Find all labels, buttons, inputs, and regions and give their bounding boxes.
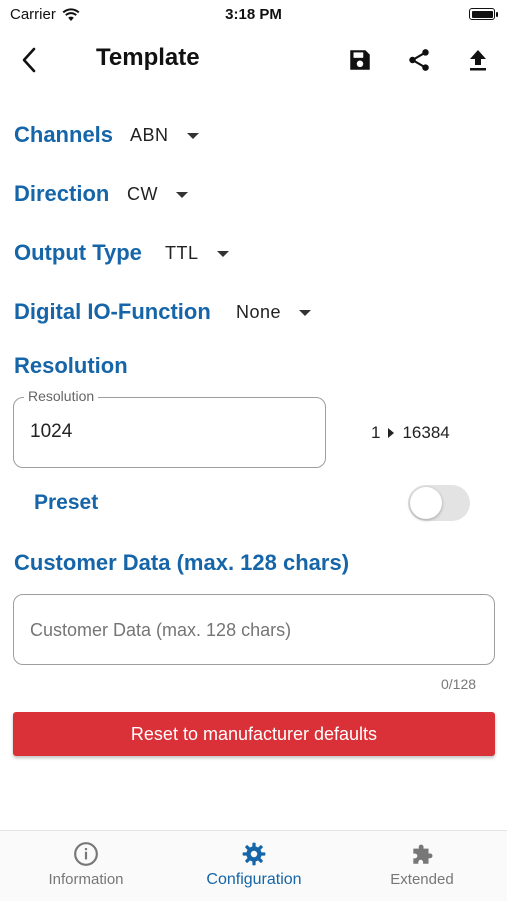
channels-label: Channels: [14, 122, 114, 147]
puzzle-icon: [413, 844, 433, 864]
toggle-knob: [410, 487, 442, 519]
tab-information-label: Information: [48, 871, 124, 888]
customer-data-counter: 0/128: [441, 676, 477, 692]
status-time: 3:18 PM: [225, 6, 282, 23]
resolution-range: 1 16384: [371, 423, 450, 443]
save-icon: [350, 50, 370, 70]
caret-down-icon: [186, 132, 199, 139]
caret-down-icon: [299, 309, 312, 316]
output-type-label: Output Type: [14, 240, 142, 265]
preset-toggle[interactable]: [408, 485, 470, 521]
resolution-field-label: Resolution: [24, 388, 99, 404]
resolution-field[interactable]: Resolution: [13, 388, 326, 468]
save-button[interactable]: [344, 44, 376, 76]
caret-down-icon: [216, 250, 229, 257]
digital-io-dropdown[interactable]: None: [236, 302, 312, 323]
channels-value: ABN: [130, 125, 169, 145]
output-type-dropdown[interactable]: TTL: [165, 243, 229, 264]
tab-configuration[interactable]: Configuration: [196, 841, 312, 889]
customer-data-input[interactable]: [28, 619, 482, 642]
customer-data-field[interactable]: [13, 594, 495, 665]
gear-icon: [242, 842, 266, 866]
resolution-section-title: Resolution: [14, 353, 128, 378]
digital-io-value: None: [236, 302, 282, 322]
tab-extended-label: Extended: [390, 871, 454, 888]
direction-value: CW: [127, 184, 158, 204]
tab-information[interactable]: Information: [44, 841, 128, 888]
info-icon: [74, 842, 98, 866]
channels-dropdown[interactable]: ABN: [130, 125, 199, 146]
digital-io-label: Digital IO-Function: [14, 299, 211, 324]
share-icon: [409, 49, 429, 71]
back-button[interactable]: [14, 44, 44, 76]
range-max: 16384: [402, 423, 450, 442]
upload-icon: [470, 50, 486, 71]
range-min: 1: [371, 423, 381, 442]
page-title: Template: [96, 44, 200, 71]
resolution-input[interactable]: [28, 420, 312, 444]
direction-label: Direction: [14, 181, 110, 206]
arrow-right-icon: [388, 428, 395, 438]
reset-defaults-button[interactable]: Reset to manufacturer defaults: [13, 712, 495, 756]
caret-down-icon: [176, 191, 188, 198]
preset-label: Preset: [34, 491, 99, 514]
bottom-nav: Information Configuration Extended: [0, 830, 507, 901]
chevron-left-icon: [22, 47, 36, 73]
tab-configuration-label: Configuration: [206, 871, 302, 888]
output-type-value: TTL: [165, 243, 199, 263]
share-button[interactable]: [403, 44, 435, 76]
customer-data-section-title: Customer Data (max. 128 chars): [14, 550, 350, 575]
battery-icon: [469, 8, 498, 20]
direction-dropdown[interactable]: CW: [127, 184, 188, 205]
upload-button[interactable]: [462, 44, 494, 76]
tab-extended[interactable]: Extended: [385, 841, 459, 888]
